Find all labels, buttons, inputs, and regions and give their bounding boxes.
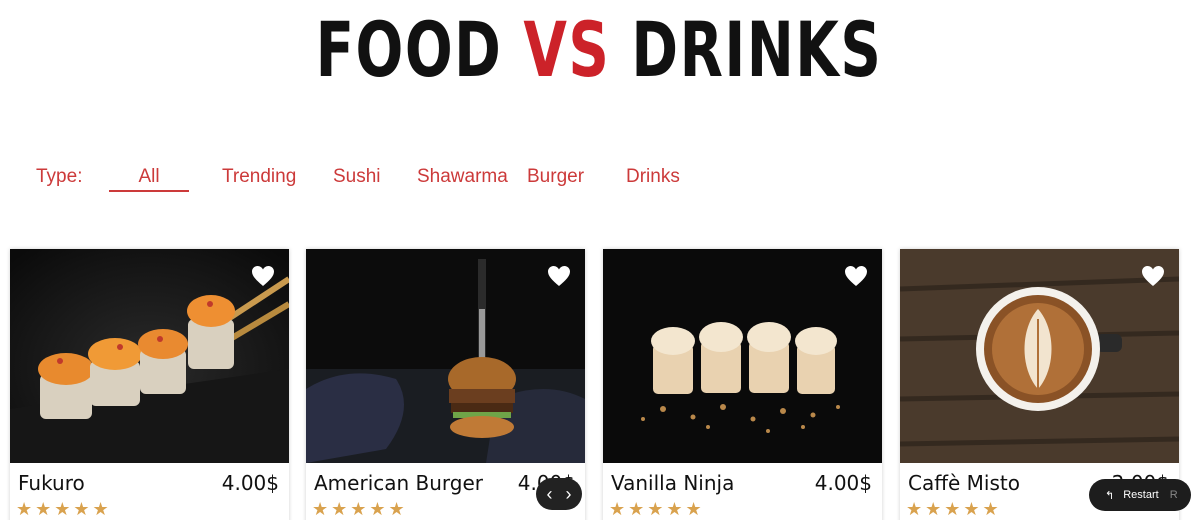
favorite-heart-icon[interactable] (251, 265, 275, 287)
star-rating: ★★★★★ (312, 499, 408, 519)
restart-shortcut-key: R (1169, 489, 1178, 501)
product-image (10, 249, 289, 463)
product-image (306, 249, 585, 463)
filter-burger[interactable]: Burger (527, 166, 584, 188)
favorite-heart-icon[interactable] (547, 265, 571, 287)
filter-shawarma[interactable]: Shawarma (417, 166, 508, 188)
favorite-heart-icon[interactable] (844, 265, 868, 287)
filter-all[interactable]: All (109, 166, 189, 192)
filter-trending[interactable]: Trending (222, 166, 296, 188)
product-image (603, 249, 882, 463)
chevron-left-icon[interactable]: ‹ (547, 484, 553, 505)
product-name: Caffè Misto (908, 471, 1020, 495)
product-card[interactable]: Fukuro 4.00$ ★★★★★ (10, 249, 289, 520)
filter-label: Type: (36, 166, 83, 187)
product-price: 4.00$ (221, 471, 279, 495)
chevron-right-icon[interactable]: › (566, 484, 572, 505)
title-vs: VS (523, 5, 611, 94)
product-price: 4.00$ (814, 471, 872, 495)
carousel-nav: ‹ › (536, 478, 582, 510)
product-card[interactable]: Vanilla Ninja 4.00$ ★★★★★ (603, 249, 882, 520)
product-name: Fukuro (18, 471, 85, 495)
page-title: FOOD VS DRINKS (156, 8, 1043, 92)
favorite-heart-icon[interactable] (1141, 265, 1165, 287)
type-filter-bar: Type: All Trending Sushi Shawarma Burger… (0, 162, 1198, 196)
star-rating: ★★★★★ (609, 499, 705, 519)
filter-drinks[interactable]: Drinks (626, 166, 680, 188)
restart-button[interactable]: ↰ Restart R (1089, 479, 1191, 511)
product-image (900, 249, 1179, 463)
star-rating: ★★★★★ (906, 499, 1002, 519)
restart-label: Restart (1123, 489, 1159, 501)
restart-arrow-icon: ↰ (1105, 489, 1115, 502)
page: FOOD VS DRINKS Type: All Trending Sushi … (0, 0, 1198, 520)
product-name: Vanilla Ninja (611, 471, 735, 495)
star-rating: ★★★★★ (16, 499, 112, 519)
title-drinks: DRINKS (610, 5, 883, 94)
product-name: American Burger (314, 471, 484, 495)
filter-sushi[interactable]: Sushi (333, 166, 381, 188)
title-food: FOOD (315, 5, 524, 94)
